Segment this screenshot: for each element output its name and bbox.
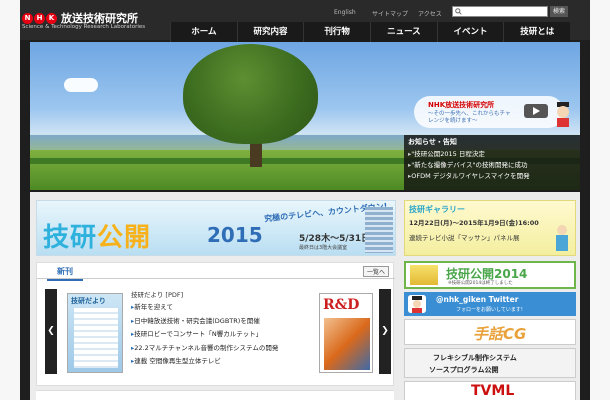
notice-panel: お知らせ・告知 "技研公開2015 日程決定 "新たな撮像デバイス"の技術開発に… xyxy=(404,135,580,190)
gallery-description: 連続テレビ小説「マッサン」パネル展 xyxy=(409,234,520,242)
notice-link[interactable]: "新たな撮像デバイス"の技術開発に成功 xyxy=(408,160,576,171)
gallery-panel[interactable]: 技研ギャラリー 12月22日(月)～2015年1月9日(金)16:00 連続テレ… xyxy=(404,200,576,256)
open-house-2015-banner[interactable]: 技研公開 2015 究極のテレビへ、カウントダウン! 5/28木～5/31日 最… xyxy=(36,200,396,256)
main-nav: ホーム 研究内容 刊行物 ニュース イベント 技研とは xyxy=(170,22,570,42)
banner-title: 技研公開 xyxy=(43,217,151,254)
nav-item-publications[interactable]: 刊行物 xyxy=(303,22,370,42)
nav-item-research[interactable]: 研究内容 xyxy=(236,22,304,42)
cg-logo: 手話CG xyxy=(473,325,527,343)
promo-video-banner[interactable]: NHK放送技術研究所 ～その一歩先へ、これからもチャレンジを続けます～ xyxy=(414,96,564,128)
promo-subtitle: ～その一歩先へ、これからもチャレンジを続けます～ xyxy=(428,111,511,124)
list-item[interactable]: 日中韓放送技術・研究会議(DGBTR)を開催 xyxy=(131,315,316,329)
open-house-2014-banner[interactable]: 技研公開2014 ※技研公開2014は終了しました xyxy=(404,261,576,289)
chevron-right-icon: ❯ xyxy=(381,326,389,336)
english-link[interactable]: English xyxy=(334,9,356,16)
cover-title: 技研だより xyxy=(71,297,106,305)
banner-note: ※技研公開2014は終了しました xyxy=(448,281,513,286)
list-item[interactable]: 新年を迎えて xyxy=(131,301,316,315)
new-publications-panel: 新刊 一覧へ ❮ 技研だより 技研だより [PDF] 新年を迎えて 日中韓放送技… xyxy=(36,262,395,386)
banner-title-part: 公開 xyxy=(97,223,152,253)
view-all-button[interactable]: 一覧へ xyxy=(363,266,390,277)
tvml-banner[interactable]: TVML xyxy=(404,381,576,400)
cover-title: R&D xyxy=(323,297,360,313)
carousel-prev-button[interactable]: ❮ xyxy=(45,289,57,374)
divider xyxy=(37,278,395,279)
cover-image xyxy=(74,308,118,368)
publication-heading[interactable]: 技研だより [PDF] xyxy=(131,289,316,301)
character-icon xyxy=(556,225,568,251)
nav-item-events[interactable]: イベント xyxy=(436,22,504,42)
logo-badge-letter: H xyxy=(34,12,45,24)
twitter-follow-text: フォローをお願いしています! xyxy=(456,307,523,313)
thumbnail-image xyxy=(410,265,438,285)
gallery-title: 技研ギャラリー xyxy=(409,205,465,214)
banner-year: 2015 xyxy=(207,223,263,247)
carousel-next-button[interactable]: ❯ xyxy=(379,289,391,374)
flexible-production-banner[interactable]: フレキシブル制作システム ソースプログラム公開 xyxy=(404,348,576,378)
tvml-logo: TVML xyxy=(471,383,515,399)
giken-dayori-cover[interactable]: 技研だより xyxy=(67,293,123,373)
cover-image xyxy=(324,318,370,370)
mascot-avatar-icon xyxy=(408,295,426,313)
search-icon xyxy=(455,8,462,15)
logo-badge-letter: N xyxy=(22,12,33,24)
tree-canopy-image xyxy=(183,44,318,144)
banner-note: 最終日は3階大会議室 xyxy=(299,245,348,251)
gallery-date: 12月22日(月)～2015年1月9日(金)16:00 xyxy=(409,219,539,227)
logo-badge-letter: K xyxy=(46,12,57,24)
banner-date: 5/28木～5/31日 xyxy=(299,234,371,244)
publication-list: 技研だより [PDF] 新年を迎えて 日中韓放送技術・研究会議(DGBTR)を開… xyxy=(131,289,316,369)
nhk-logo-badge: N H K xyxy=(22,12,57,24)
sitemap-link[interactable]: サイトマップ xyxy=(372,9,408,18)
notice-title: お知らせ・告知 xyxy=(408,138,457,146)
notice-link[interactable]: OFDM デジタルワイヤレスマイクを開発 xyxy=(408,171,576,182)
banner-title-part: 技研 xyxy=(43,223,98,253)
next-section-edge xyxy=(36,390,394,400)
banner-line: ソースプログラム公開 xyxy=(429,366,499,374)
play-icon xyxy=(533,107,540,115)
twitter-handle: @nhk_giken Twitter xyxy=(436,295,519,304)
twitter-banner[interactable]: @nhk_giken Twitter フォローをお願いしています! xyxy=(404,292,576,316)
mascot-icon xyxy=(557,102,569,127)
search-button[interactable]: 検索 xyxy=(550,6,568,17)
list-item[interactable]: 技研ロビーでコンサート「N響カルテット」 xyxy=(131,328,316,342)
nav-item-home[interactable]: ホーム xyxy=(170,22,237,42)
access-link[interactable]: アクセス xyxy=(418,9,442,18)
list-item[interactable]: 22.2マルチチャンネル音響の制作システムの開発 xyxy=(131,342,316,356)
sign-language-cg-banner[interactable]: 手話CG xyxy=(404,319,576,345)
notice-link[interactable]: "技研公開2015 日程決定 xyxy=(408,149,576,160)
cloud-image xyxy=(64,78,98,92)
promo-title: NHK放送技術研究所 xyxy=(428,101,495,109)
search-input[interactable] xyxy=(452,6,548,17)
banner-line: フレキシブル制作システム xyxy=(433,354,517,362)
logo-subtitle: Science & Technology Research Laboratori… xyxy=(22,24,146,30)
nav-item-news[interactable]: ニュース xyxy=(370,22,437,42)
rnd-magazine-cover[interactable]: R&D xyxy=(319,293,373,373)
list-item[interactable]: 連載 空間像再生型立体テレビ xyxy=(131,355,316,369)
nav-item-about[interactable]: 技研とは xyxy=(503,22,570,42)
chevron-left-icon: ❮ xyxy=(47,326,55,336)
building-image xyxy=(365,207,393,253)
play-button[interactable] xyxy=(524,104,548,118)
